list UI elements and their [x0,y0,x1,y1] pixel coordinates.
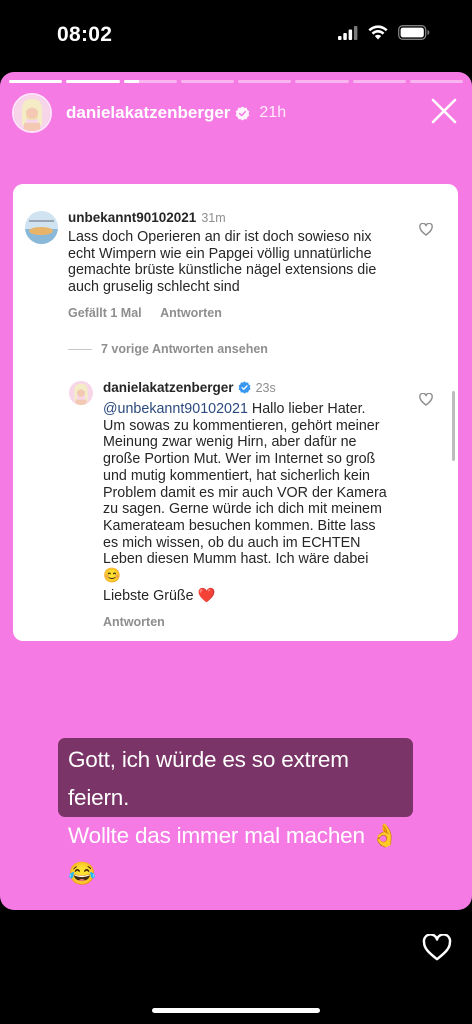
story-header: danielakatzenberger 21h [12,92,462,134]
heart-outline-icon [419,392,433,406]
mention-link[interactable]: @unbekannt90102021 [103,401,248,417]
cellular-signal-icon [338,25,358,45]
close-icon [431,98,457,129]
reply-line: Um sowas zu kommentieren, gehört meiner [103,417,380,434]
status-icons [338,25,430,45]
reply-line: Kamerateam besuchen kommen. Bitte lass [103,517,376,534]
verified-badge-icon [238,381,251,394]
comment-header: unbekannt90102021 31m [68,209,226,227]
reply-emoji-line: 😊 [103,568,121,585]
wifi-icon [368,25,388,45]
divider [68,348,92,350]
caption-line: Gott, ich würde es so extrem feiern. [68,747,349,810]
reply-text: @unbekannt90102021 Hallo lieber Hater. U… [103,401,433,604]
reply-meta: Antworten [103,613,165,631]
heart-outline-icon [422,933,452,961]
story-caption: Gott, ich würde es so extrem feiern. Wol… [58,738,413,886]
close-button[interactable] [426,95,462,131]
reply-line: große Portion Mut. Wer im Internet so gr… [103,451,376,468]
progress-segment [9,80,63,83]
comment-likes[interactable]: Gefällt 1 Mal [68,306,142,320]
progress-segment [123,80,177,83]
reply-username[interactable]: danielakatzenberger [103,380,234,395]
progress-segment [238,80,292,83]
comment-text: Lass doch Operieren an dir ist doch sowi… [68,229,423,296]
story-like-button[interactable] [422,933,452,966]
reply-line: Problem damit es mir auch VOR der Kamera [103,484,387,501]
reply-line: zu sagen. Gerne würde ich dich mit meine… [103,501,382,518]
scrollbar[interactable] [452,391,455,461]
progress-segment [295,80,349,83]
reply-line: es mich wissen, ob du auch im ECHTEN [103,534,361,551]
view-replies-label: 7 vorige Antworten ansehen [101,342,268,356]
progress-fill [66,80,120,83]
reply-line: und mutig kommentiert, hat sicherlich ke… [103,467,370,484]
progress-segment [352,80,406,83]
comment-like-button[interactable] [419,222,433,241]
comment-line: auch gruselig schlecht sind [68,279,240,296]
comment-line: echt Wimpern wie ein Papgei völlig unnat… [68,245,372,262]
story-time: 21h [259,104,287,121]
reply-greeting-line: Liebste Grüße ❤️ [103,588,433,605]
story-avatar[interactable] [12,93,52,133]
progress-fill [123,80,140,83]
reply-line: Leben diesen Mumm hast. Ich wäre dabei [103,551,369,568]
reply-like-button[interactable] [419,392,433,411]
comment-meta: Gefällt 1 Mal Antworten [68,304,222,322]
reply-line: Meinung zwar wenig Hirn, aber dafür ne [103,434,357,451]
reply-avatar[interactable] [69,381,93,405]
progress-fill [9,80,63,83]
story-view[interactable]: danielakatzenberger 21h unbekannt9010202… [0,72,472,910]
screen: 08:02 danielakatzenberger 21h unbekannt9… [0,0,472,1024]
comment-card: unbekannt90102021 31m Lass doch Operieren… [13,184,458,641]
comment-username[interactable]: unbekannt90102021 [68,210,196,225]
view-replies-button[interactable]: 7 vorige Antworten ansehen [68,342,268,356]
comment-avatar[interactable] [25,211,58,244]
comment-reply-button[interactable]: Antworten [160,306,222,320]
reply-header: danielakatzenberger 23s [103,380,276,395]
status-time: 08:02 [57,23,113,46]
comment-line: Lass doch Operieren an dir ist doch sowi… [68,229,372,245]
caption-line: Wollte das immer mal machen 👌😂 [68,823,399,886]
comment-line: gemachte brüste künstliche nägel extensi… [68,262,377,279]
battery-icon [398,25,430,45]
progress-segment [409,80,463,83]
verified-badge-icon [235,105,250,121]
story-username[interactable]: danielakatzenberger [66,103,230,123]
heart-outline-icon [419,222,433,236]
reply-line: @unbekannt90102021 Hallo lieber Hater. [103,401,433,418]
reply-line-rest: Hallo lieber Hater. [247,401,366,417]
reply-reply-button[interactable]: Antworten [103,615,165,629]
progress-segment [180,80,234,83]
red-heart-emoji: ❤️ [197,587,216,604]
home-indicator[interactable] [152,1008,320,1013]
reply-time: 23s [255,380,276,395]
comment-time: 31m [201,211,226,225]
story-progress-bar [9,80,463,83]
status-bar: 08:02 [0,0,472,70]
progress-segment [66,80,120,83]
reply-greeting: Liebste Grüße [103,587,194,604]
